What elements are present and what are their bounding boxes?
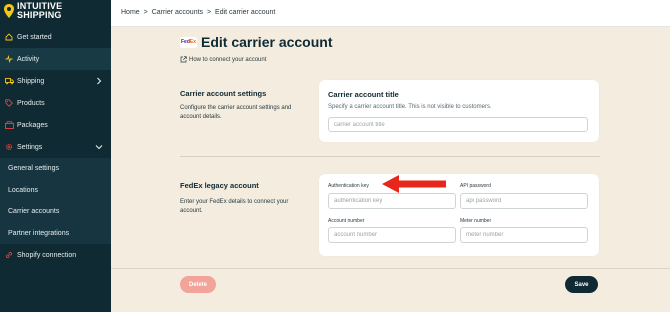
- sidebar-item-label: Shopify connection: [17, 251, 77, 259]
- account-number-input[interactable]: [328, 227, 456, 243]
- gear-icon: [4, 142, 14, 152]
- sidebar-item-settings[interactable]: Settings: [0, 136, 111, 158]
- home-icon: [4, 32, 14, 42]
- breadcrumb-separator: >: [143, 9, 148, 16]
- tag-icon: [4, 98, 14, 108]
- external-link-icon: [180, 56, 187, 63]
- sidebar: INTUITIVE SHIPPING Get started Activity …: [0, 0, 111, 312]
- fedex-logo-fe: Fed: [180, 39, 190, 45]
- sidebar-item-products[interactable]: Products: [0, 92, 111, 114]
- account-number-label: Account number: [328, 218, 365, 224]
- carrier-settings-section-title: Carrier account settings: [180, 89, 267, 98]
- api-password-label: API password: [460, 183, 491, 189]
- sidebar-subitem-label: General settings: [8, 165, 59, 173]
- authentication-key-label: Authentication key: [328, 183, 369, 189]
- sidebar-subitem-label: Partner integrations: [8, 229, 70, 237]
- carrier-account-title-card: Carrier account title Specify a carrier …: [319, 80, 599, 142]
- api-password-input[interactable]: [460, 193, 588, 209]
- sidebar-subitem-carrier-accounts[interactable]: Carrier accounts: [0, 201, 111, 223]
- breadcrumb: Home > Carrier accounts > Edit carrier a…: [120, 9, 276, 16]
- fedex-legacy-section-desc: Enter your FedEx details to connect your…: [180, 199, 289, 214]
- sidebar-subitem-label: Carrier accounts: [8, 208, 60, 216]
- sidebar-item-label: Settings: [17, 143, 43, 151]
- sidebar-subitem-partner-integrations[interactable]: Partner integrations: [0, 222, 111, 244]
- delete-button[interactable]: Delete: [180, 276, 216, 293]
- sidebar-subitem-label: Locations: [8, 186, 38, 194]
- fedex-legacy-card: Authentication key API password Account …: [319, 174, 599, 256]
- sidebar-item-shipping[interactable]: Shipping: [0, 70, 111, 92]
- save-button[interactable]: Save: [565, 276, 598, 293]
- link-icon: [4, 250, 14, 260]
- sidebar-nav: Get started Activity Shipping Products P…: [0, 26, 111, 266]
- footer-divider: [111, 268, 670, 269]
- chevron-down-icon: [95, 145, 103, 150]
- sidebar-item-label: Get started: [17, 33, 52, 41]
- carrier-account-title-input[interactable]: [328, 117, 588, 132]
- fedex-logo-ex: Ex: [189, 39, 196, 45]
- sidebar-item-label: Shipping: [17, 77, 45, 85]
- sidebar-subitem-general-settings[interactable]: General settings: [0, 158, 111, 180]
- how-to-connect-link[interactable]: How to connect your account: [180, 56, 266, 63]
- location-pin-icon: [4, 4, 14, 18]
- carrier-account-title-heading: Carrier account title: [328, 90, 399, 99]
- main-content: Fed Ex Edit carrier account How to connec…: [111, 27, 670, 312]
- breadcrumb-current: Edit carrier account: [215, 9, 276, 16]
- truck-icon: [4, 76, 14, 86]
- breadcrumb-separator: >: [207, 9, 212, 16]
- brand-line-2: SHIPPING: [17, 10, 62, 20]
- carrier-account-title-hint: Specify a carrier account title. This is…: [328, 104, 492, 110]
- sidebar-item-shopify-connection[interactable]: Shopify connection: [0, 244, 111, 266]
- package-icon: [4, 120, 14, 130]
- sidebar-subitem-locations[interactable]: Locations: [0, 179, 111, 201]
- sidebar-item-label: Activity: [17, 55, 40, 63]
- how-to-connect-label: How to connect your account: [189, 56, 267, 63]
- annotation-arrow-icon: [382, 175, 446, 193]
- fedex-legacy-section-title: FedEx legacy account: [180, 181, 259, 190]
- sidebar-item-packages[interactable]: Packages: [0, 114, 111, 136]
- authentication-key-input[interactable]: [328, 193, 456, 209]
- chevron-right-icon: [97, 77, 102, 85]
- breadcrumb-home-link[interactable]: Home: [121, 9, 140, 16]
- brand-logo[interactable]: INTUITIVE SHIPPING: [4, 2, 62, 20]
- meter-number-label: Meter number: [460, 218, 492, 224]
- page-title: Edit carrier account: [201, 34, 333, 50]
- fedex-logo: Fed Ex: [180, 36, 197, 48]
- section-divider: [180, 156, 600, 157]
- page-header: Fed Ex Edit carrier account: [180, 34, 333, 50]
- top-bar: Home > Carrier accounts > Edit carrier a…: [111, 0, 670, 27]
- sidebar-item-label: Packages: [17, 121, 48, 129]
- activity-icon: [4, 54, 14, 64]
- breadcrumb-carrier-accounts-link[interactable]: Carrier accounts: [152, 9, 203, 16]
- sidebar-item-activity[interactable]: Activity: [0, 48, 111, 70]
- sidebar-item-label: Products: [17, 99, 45, 107]
- brand-name: INTUITIVE SHIPPING: [17, 2, 62, 20]
- meter-number-input[interactable]: [460, 227, 588, 243]
- carrier-settings-section-desc: Configure the carrier account settings a…: [180, 105, 292, 120]
- sidebar-item-get-started[interactable]: Get started: [0, 26, 111, 48]
